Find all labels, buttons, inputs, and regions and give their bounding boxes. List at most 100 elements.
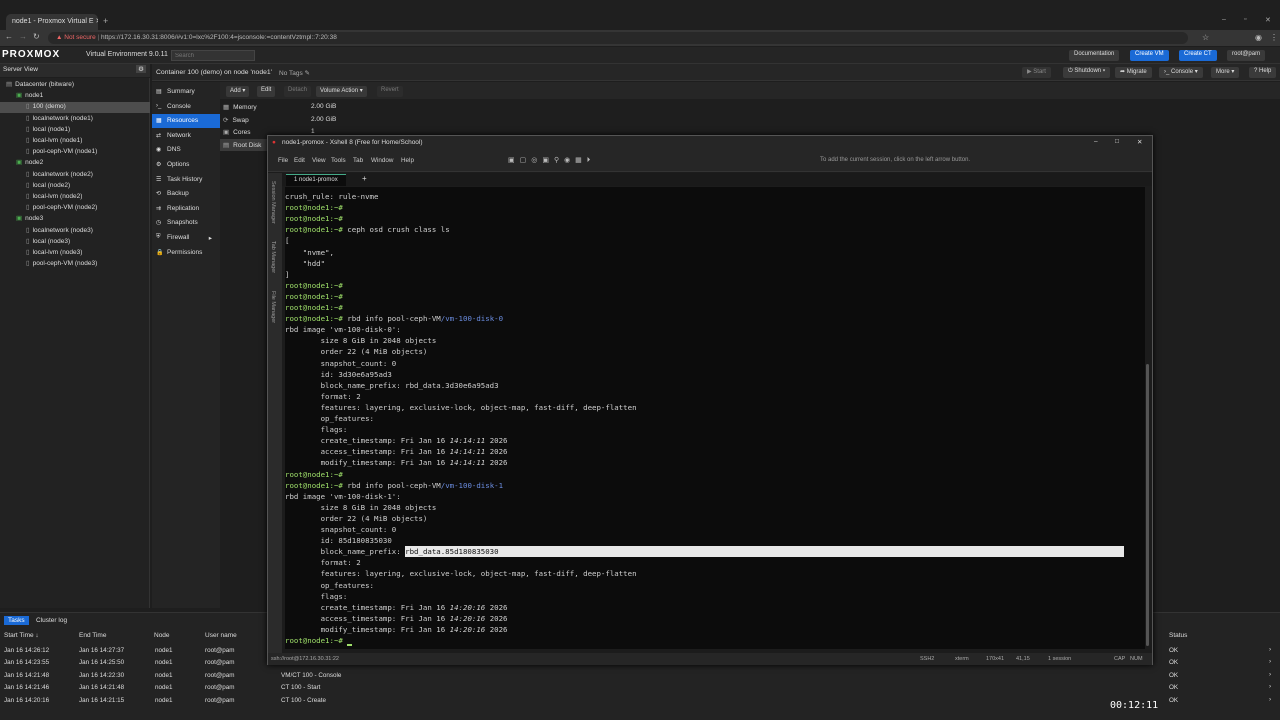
- nav-firewall[interactable]: ⛨ Firewall ▸: [152, 231, 220, 245]
- tree-item[interactable]: ▯ local (node3): [0, 237, 70, 248]
- col-node[interactable]: Node: [154, 632, 170, 639]
- nav-backup[interactable]: ⟲ Backup: [152, 187, 220, 201]
- terminal-scrollbar[interactable]: [1146, 364, 1149, 646]
- tree-item[interactable]: ▯ local-lvm (node1): [0, 136, 82, 147]
- tree-item[interactable]: ▯ local (node1): [0, 125, 70, 136]
- table-row[interactable]: Jan 16 14:21:48 Jan 16 14:22:30 node1 root@…: [0, 671, 1280, 683]
- tree-item[interactable]: ▯ pool-ceph-VM (node2): [0, 203, 97, 214]
- chevron-right-icon[interactable]: ›: [1269, 696, 1271, 703]
- add-tab-icon[interactable]: +: [362, 174, 367, 183]
- tree-item[interactable]: ▤ Datacenter (bitware): [0, 80, 74, 91]
- minimize-icon[interactable]: –: [1094, 138, 1098, 145]
- start-button[interactable]: ▶ Start: [1022, 67, 1051, 78]
- file-manager-tab[interactable]: File Manager: [270, 291, 276, 323]
- tree-item[interactable]: ▯ local (node2): [0, 181, 70, 192]
- close-window-icon[interactable]: ✕: [1265, 16, 1271, 24]
- menu-view[interactable]: View: [312, 157, 326, 164]
- toolbar-volume-action-button[interactable]: Volume Action ▾: [316, 86, 367, 97]
- maximize-icon[interactable]: □: [1115, 138, 1119, 145]
- resource-row[interactable]: ▦ Memory 2.00 GiB: [220, 101, 460, 113]
- bookmark-icon[interactable]: ☆: [1202, 33, 1209, 42]
- col-end-time[interactable]: End Time: [79, 632, 106, 639]
- tree-item[interactable]: ▣ node1: [0, 91, 43, 102]
- menu-file[interactable]: File: [278, 157, 288, 164]
- tree-item[interactable]: ▯ local-lvm (node3): [0, 248, 82, 259]
- nav-options[interactable]: ⚙ Options: [152, 158, 220, 172]
- search-input[interactable]: [171, 50, 255, 61]
- tree-item[interactable]: ▯ localnetwork (node3): [0, 226, 93, 237]
- back-icon[interactable]: ←: [5, 32, 13, 41]
- maximize-icon[interactable]: ▫: [1244, 16, 1246, 23]
- user-menu-button[interactable]: root@pam: [1227, 50, 1266, 61]
- tab-cluster-log[interactable]: Cluster log: [36, 617, 67, 624]
- menu-icon[interactable]: ⋮: [1270, 33, 1278, 42]
- console-button[interactable]: ›_ Console ▾: [1159, 67, 1203, 78]
- nav-resources[interactable]: ▦ Resources: [152, 114, 220, 129]
- selected-text[interactable]: rbd_data.85d180835030: [405, 546, 1125, 558]
- tags-label[interactable]: No Tags ✎: [279, 69, 310, 77]
- profile-icon[interactable]: ◉: [1255, 33, 1262, 42]
- chevron-right-icon[interactable]: ›: [1269, 683, 1271, 690]
- server-view-selector[interactable]: Server View ⚙: [0, 64, 150, 77]
- browser-tab[interactable]: node1 - Proxmox Virtual E ✕: [6, 14, 98, 30]
- toolbar-edit-button[interactable]: Edit: [257, 86, 276, 97]
- nav-console[interactable]: ›_ Console: [152, 100, 220, 114]
- toolbar-add-button[interactable]: Add ▾: [226, 86, 250, 97]
- migrate-button[interactable]: ➦ Migrate: [1115, 67, 1152, 78]
- table-row[interactable]: Jan 16 14:20:16 Jan 16 14:21:15 node1 root@…: [0, 696, 1280, 708]
- nav-task-history[interactable]: ☰ Task History: [152, 173, 220, 187]
- tab-tasks[interactable]: Tasks: [4, 616, 29, 625]
- session-tab[interactable]: 1 node1-promox: [286, 174, 346, 186]
- chevron-right-icon[interactable]: ›: [1269, 658, 1271, 665]
- nav-network[interactable]: ⇄ Network: [152, 129, 220, 143]
- line-text: order 22 (4 MiB objects): [285, 347, 428, 357]
- resource-row[interactable]: ▤ Root Disk: [220, 139, 268, 152]
- resource-row[interactable]: ⟳ Swap 2.00 GiB: [220, 114, 460, 126]
- table-row[interactable]: Jan 16 14:21:46 Jan 16 14:21:48 node1 root@…: [0, 683, 1280, 695]
- url-field[interactable]: ▲ Not secure | https://172.16.30.31:8006…: [48, 32, 1188, 44]
- tree-item[interactable]: ▣ node2: [0, 158, 43, 169]
- col-user[interactable]: User name: [205, 632, 237, 639]
- tree-item[interactable]: ▯ pool-ceph-VM (node1): [0, 147, 97, 158]
- tree-item[interactable]: ▯ localnetwork (node2): [0, 170, 93, 181]
- toolbar-icons[interactable]: ▣▢◎▣⚲◉▦⏵: [508, 156, 595, 165]
- more-button[interactable]: More ▾: [1211, 67, 1240, 78]
- tree-item[interactable]: ▯ localnetwork (node1): [0, 114, 93, 125]
- menu-tab[interactable]: Tab: [353, 157, 363, 164]
- tree-item[interactable]: ▯ local-lvm (node2): [0, 192, 82, 203]
- tree-item[interactable]: ▯ 100 (demo): [0, 102, 150, 114]
- menu-window[interactable]: Window: [371, 157, 393, 164]
- terminal-output[interactable]: crush_rule: rule-nvme root@node1:~# root@n…: [285, 187, 1145, 649]
- toolbar-detach-button[interactable]: Detach: [284, 86, 312, 97]
- create-ct-button[interactable]: Create CT: [1179, 50, 1217, 61]
- pencil-icon[interactable]: ✎: [305, 70, 310, 77]
- nav-permissions[interactable]: 🔒 Permissions: [152, 246, 220, 260]
- tab-manager-tab[interactable]: Tab Manager: [270, 241, 276, 273]
- menu-tools[interactable]: Tools: [331, 157, 346, 164]
- help-button[interactable]: ? Help: [1249, 67, 1277, 78]
- shutdown-button[interactable]: ⏻ Shutdown ▾: [1063, 67, 1111, 78]
- minimize-icon[interactable]: –: [1222, 16, 1226, 23]
- tree-item[interactable]: ▣ node3: [0, 214, 43, 225]
- close-icon[interactable]: ✕: [96, 18, 98, 25]
- toolbar-revert-button[interactable]: Revert: [377, 86, 403, 97]
- nav-replication[interactable]: ⇉ Replication: [152, 202, 220, 216]
- new-tab-icon[interactable]: +: [103, 16, 108, 26]
- menu-edit[interactable]: Edit: [294, 157, 305, 164]
- close-icon[interactable]: ✕: [1137, 138, 1142, 146]
- chevron-right-icon[interactable]: ›: [1269, 646, 1271, 653]
- documentation-button[interactable]: Documentation: [1069, 50, 1120, 61]
- col-start-time[interactable]: Start Time ↓: [4, 632, 39, 639]
- nav-snapshots[interactable]: ◷ Snapshots: [152, 216, 220, 230]
- menu-help[interactable]: Help: [401, 157, 414, 164]
- reload-icon[interactable]: ↻: [33, 32, 40, 41]
- chevron-right-icon[interactable]: ›: [1269, 671, 1271, 678]
- nav-dns[interactable]: ◉ DNS: [152, 143, 220, 157]
- tree-item[interactable]: ▯ pool-ceph-VM (node3): [0, 259, 97, 270]
- nav-summary[interactable]: ▤ Summary: [152, 85, 220, 99]
- gear-icon[interactable]: ⚙: [136, 65, 146, 73]
- forward-icon[interactable]: →: [19, 32, 27, 41]
- col-status[interactable]: Status: [1169, 632, 1187, 639]
- session-manager-tab[interactable]: Session Manager: [270, 181, 276, 224]
- create-vm-button[interactable]: Create VM: [1130, 50, 1169, 61]
